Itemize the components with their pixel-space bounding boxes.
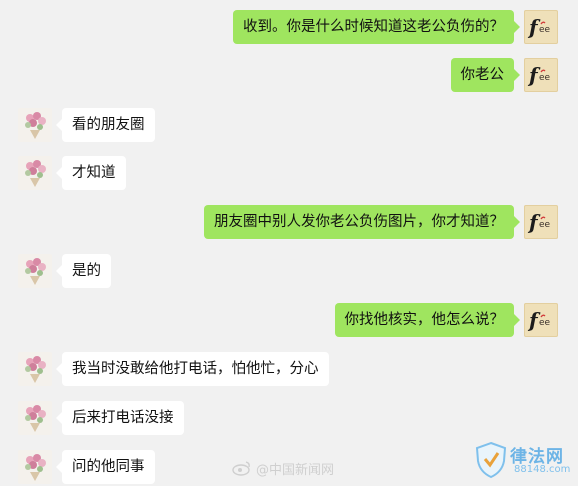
message-bubble-received[interactable]: 问的他同事	[56, 450, 155, 484]
message-bubble-received[interactable]: 看的朋友圈	[56, 108, 155, 142]
weibo-handle: @中国新闻网	[256, 462, 335, 478]
message-bubble-received[interactable]: 我当时没敢给他打电话，怕他忙，分心	[56, 352, 329, 386]
message-row: 是的	[0, 254, 578, 290]
lvfa-logo-watermark: 律法网 88148.com	[474, 440, 570, 480]
svg-text:ee: ee	[539, 318, 551, 328]
flower-bouquet-avatar[interactable]	[18, 352, 52, 386]
chat-conversation: 收到。你是什么时候知道这老公负伤的？ f ee 你老公 f ee 看的朋友圈 才知道…	[0, 0, 578, 484]
shield-icon	[475, 441, 507, 479]
weibo-icon	[232, 461, 250, 476]
flower-bouquet-avatar[interactable]	[18, 401, 52, 435]
message-row: 才知道	[0, 156, 578, 192]
message-row: 收到。你是什么时候知道这老公负伤的？ f ee	[0, 10, 578, 46]
svg-text:ee: ee	[539, 220, 551, 230]
flower-bouquet-avatar[interactable]	[18, 156, 52, 190]
fee-avatar[interactable]: f ee	[524, 205, 558, 239]
svg-text:ee: ee	[539, 73, 551, 83]
message-bubble-received[interactable]: 才知道	[56, 156, 126, 190]
message-bubble-received[interactable]: 是的	[56, 254, 111, 288]
fee-avatar[interactable]: f ee	[524, 10, 558, 44]
message-bubble-sent[interactable]: 你找他核实，他怎么说？	[334, 303, 520, 337]
weibo-watermark: @中国新闻网	[232, 458, 334, 478]
message-row: 你找他核实，他怎么说？ f ee	[0, 303, 578, 339]
flower-bouquet-avatar[interactable]	[18, 254, 52, 288]
flower-bouquet-avatar[interactable]	[18, 450, 52, 484]
message-row: 朋友圈中别人发你老公负伤图片，你才知道？ f ee	[0, 205, 578, 241]
message-row: 后来打电话没接	[0, 401, 578, 437]
message-bubble-sent[interactable]: 收到。你是什么时候知道这老公负伤的？	[233, 10, 520, 44]
message-bubble-sent[interactable]: 你老公	[450, 58, 520, 92]
message-row: 我当时没敢给他打电话，怕他忙，分心	[0, 352, 578, 388]
message-bubble-sent[interactable]: 朋友圈中别人发你老公负伤图片，你才知道？	[204, 205, 520, 239]
fee-avatar[interactable]: f ee	[524, 58, 558, 92]
message-row: 看的朋友圈	[0, 108, 578, 144]
message-row: 你老公 f ee	[0, 58, 578, 94]
message-bubble-received[interactable]: 后来打电话没接	[56, 401, 184, 435]
flower-bouquet-avatar[interactable]	[18, 108, 52, 142]
logo-sub-text: 88148.com	[514, 464, 571, 475]
svg-text:ee: ee	[539, 25, 551, 35]
fee-avatar[interactable]: f ee	[524, 303, 558, 337]
